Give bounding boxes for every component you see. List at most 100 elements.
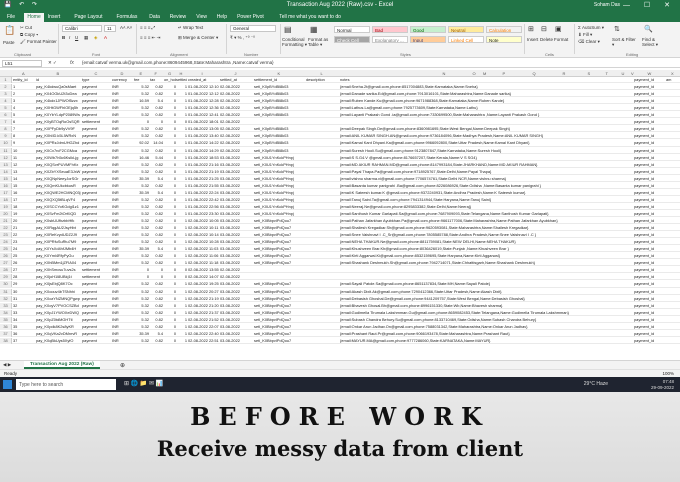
cell[interactable]: 02-08-2022 10:05: [188, 218, 219, 224]
cell[interactable]: INR: [112, 317, 133, 323]
cell[interactable]: 02-08-2022 14:07: [188, 274, 219, 280]
cell[interactable]: 02-08-2022: [220, 267, 253, 273]
cell[interactable]: 1: [176, 289, 187, 295]
cell[interactable]: {email:Prashant Raut.Pr@gmail.com,phone:…: [340, 331, 630, 337]
cell[interactable]: 29: [13, 281, 35, 287]
cell[interactable]: 28: [13, 274, 35, 280]
cell[interactable]: pay_K0QNpNeeyJorSGr: [36, 176, 81, 182]
cell[interactable]: 01-08-2022 14:29: [188, 148, 219, 154]
cell[interactable]: 0: [164, 281, 176, 287]
cell[interactable]: 02-08-2022: [220, 112, 253, 118]
cell[interactable]: 22: [13, 232, 35, 238]
cell[interactable]: 0: [164, 274, 176, 280]
cell[interactable]: setl_K0BbpvIPdQou7: [254, 232, 305, 238]
cell[interactable]: INR: [112, 169, 133, 175]
cell[interactable]: pay_K0ZbYXSeuaE3JxW: [36, 169, 81, 175]
cell[interactable]: 18: [13, 204, 35, 210]
cell[interactable]: 1: [176, 183, 187, 189]
cell[interactable]: 0.82: [150, 183, 163, 189]
cell[interactable]: pay_K0hIID.k5LIWRxN: [36, 133, 81, 139]
cell[interactable]: 0: [176, 274, 187, 280]
cell[interactable]: payment_id: [634, 176, 665, 182]
row-number[interactable]: 15: [0, 175, 12, 182]
start-icon[interactable]: [3, 380, 12, 389]
cell[interactable]: 0: [164, 148, 176, 154]
cell[interactable]: 1: [176, 84, 187, 90]
cell[interactable]: 35.39: [134, 176, 149, 182]
cell[interactable]: INR: [112, 155, 133, 161]
cell[interactable]: setl_K0U1YnKckPHnpj: [254, 169, 305, 175]
cell[interactable]: 03-08-2022: [220, 183, 253, 189]
cell[interactable]: 1: [176, 126, 187, 132]
cell[interactable]: 0.82: [150, 218, 163, 224]
row-number[interactable]: 28: [0, 267, 12, 274]
cell[interactable]: {email:Sayali Patole.Sa@gmail.com,phone:…: [340, 281, 630, 287]
italic-button[interactable]: I: [69, 35, 70, 40]
cell[interactable]: payment: [82, 98, 111, 104]
row-number[interactable]: 35: [0, 316, 12, 323]
cell[interactable]: 01-08-2022 12:10: [188, 84, 219, 90]
cell[interactable]: 03-08-2022: [220, 218, 253, 224]
cell[interactable]: payment_id: [634, 98, 665, 104]
cell[interactable]: {email:Tanuj Saini.Ta@gmail.com,phone:79…: [340, 197, 630, 203]
cell[interactable]: 0: [164, 225, 176, 231]
cell[interactable]: INR: [112, 324, 133, 330]
cell[interactable]: 0: [164, 218, 176, 224]
sheet-nav-icon[interactable]: ◀ ▶: [3, 362, 11, 368]
cell[interactable]: 5.32: [134, 232, 149, 238]
column-header-l[interactable]: L: [321, 71, 323, 76]
cell[interactable]: payment: [82, 317, 111, 323]
cell[interactable]: payment_id: [634, 310, 665, 316]
row-number[interactable]: 17: [0, 189, 12, 196]
cell[interactable]: created_at: [188, 77, 219, 83]
cell[interactable]: setl_K0pBYdBl8k03: [254, 126, 305, 132]
cell[interactable]: 14: [13, 176, 35, 182]
cell[interactable]: 1: [176, 105, 187, 111]
font-size-select[interactable]: 11: [104, 25, 116, 32]
cell[interactable]: INR: [112, 289, 133, 295]
column-header-k[interactable]: K: [278, 71, 281, 76]
cell[interactable]: payment: [82, 162, 111, 168]
cell[interactable]: 0: [164, 133, 176, 139]
cell[interactable]: 1: [176, 232, 187, 238]
cell[interactable]: 1: [176, 225, 187, 231]
row-number[interactable]: 3: [0, 91, 12, 98]
cell[interactable]: pay_K0PFyDb9yVV9F: [36, 126, 81, 132]
weather-status[interactable]: 29°C Haze: [584, 381, 608, 387]
cell[interactable]: pay_K0YsXd4hfJMb4H: [36, 246, 81, 252]
sort-filter-icon[interactable]: ⇅: [614, 25, 620, 33]
cell[interactable]: settlement: [82, 267, 111, 273]
cell[interactable]: 0.82: [150, 317, 163, 323]
style-check-cell[interactable]: Check Cell: [334, 36, 370, 43]
cell[interactable]: 02-08-2022: [220, 133, 253, 139]
tab-power-pivot[interactable]: Power Pivot: [234, 13, 267, 22]
column-header-h[interactable]: H: [180, 71, 183, 76]
cell[interactable]: setl_K0pBYdBl8k03: [254, 140, 305, 146]
row-number[interactable]: 16: [0, 182, 12, 189]
cell[interactable]: 03-08-2022: [220, 225, 253, 231]
cell[interactable]: INR: [112, 303, 133, 309]
cell[interactable]: payment_id: [634, 155, 665, 161]
cell[interactable]: INR: [112, 162, 133, 168]
column-header-c[interactable]: C: [95, 71, 98, 76]
cell[interactable]: 0: [164, 197, 176, 203]
insert-cells-icon[interactable]: ⊞: [528, 25, 534, 33]
cell[interactable]: INR: [112, 260, 133, 266]
paste-button[interactable]: Paste: [3, 40, 15, 45]
cell[interactable]: 5.32: [134, 338, 149, 344]
cell[interactable]: 0: [164, 317, 176, 323]
cell[interactable]: 0: [150, 274, 163, 280]
cell[interactable]: {email:Gudimella Tirumala Lakshmman.Gu@g…: [340, 310, 630, 316]
cell[interactable]: 1: [176, 98, 187, 104]
cell[interactable]: settlement: [82, 119, 111, 125]
cell[interactable]: payment: [82, 303, 111, 309]
cell[interactable]: setl_K0BbpvIPdQou7: [254, 218, 305, 224]
cell[interactable]: 1: [176, 281, 187, 287]
row-number[interactable]: 26: [0, 253, 12, 260]
cell[interactable]: payment_id: [634, 119, 665, 125]
cell[interactable]: 0: [134, 274, 149, 280]
cell[interactable]: 02-08-2022: [220, 98, 253, 104]
row-number[interactable]: 11: [0, 147, 12, 154]
cell[interactable]: payment_id: [634, 289, 665, 295]
cell[interactable]: INR: [112, 84, 133, 90]
